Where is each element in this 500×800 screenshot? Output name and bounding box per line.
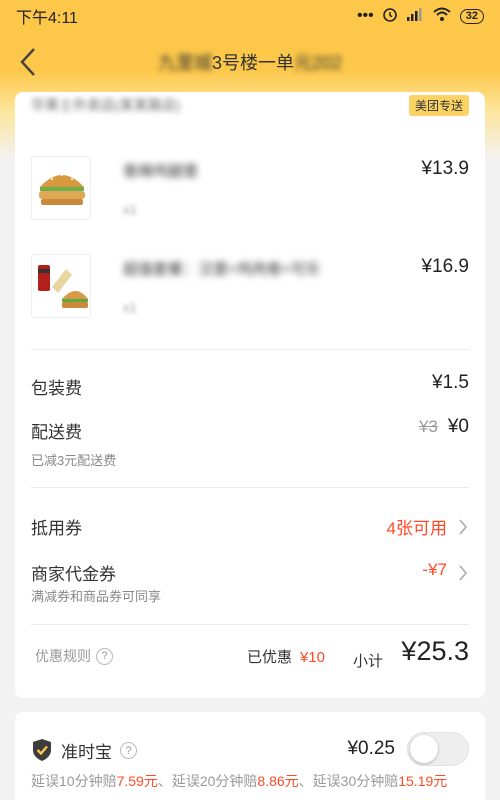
insurance-amount: 7.59元 (116, 773, 158, 789)
merchant-coupon-note: 满减券和商品券可同享 (31, 589, 162, 604)
store-row: 华莱士外卖店(某某路店) 美团专送 (15, 92, 485, 118)
store-name: 华莱士外卖店(某某路店) (31, 97, 181, 113)
shield-check-icon (31, 738, 53, 762)
packing-fee-label: 包装费 (31, 379, 82, 398)
item-price: ¥13.9 (421, 158, 469, 179)
voucher-value: 4张可用 (386, 519, 447, 538)
question-icon: ? (96, 647, 113, 665)
combo-meal-icon (31, 254, 91, 318)
voucher-row[interactable]: 抵用券 4张可用 (31, 512, 469, 542)
item-quantity: x1 (123, 202, 137, 217)
wifi-icon (432, 6, 452, 27)
delivery-badge: 美团专送 (408, 94, 469, 116)
insurance-desc-text: 、延误20分钟赔 (157, 773, 258, 789)
discount-rule-label: 优惠规则 (35, 648, 91, 664)
chevron-left-icon (20, 48, 35, 76)
insurance-label: 准时宝 (61, 743, 112, 762)
toggle-knob (410, 735, 438, 763)
item-name: 香辣鸡腿堡 (123, 163, 199, 180)
insurance-desc-text: 延误10分钟赔 (31, 773, 117, 789)
nav-bar: 九里城3号楼一单元202 (0, 34, 500, 90)
battery-icon: 32 (459, 8, 484, 24)
discount-value: ¥10 (299, 649, 325, 666)
order-item: 超值套餐：汉堡+鸡肉卷+可乐 x1 ¥16.9 (31, 254, 469, 326)
insurance-amount: 15.19元 (398, 773, 448, 789)
question-icon[interactable]: ? (120, 742, 137, 759)
merchant-coupon-label: 商家代金券 (31, 565, 116, 584)
insurance-amount: 8.86元 (257, 773, 299, 789)
alarm-icon (382, 6, 398, 27)
page-title-main: 3号楼一单 (211, 53, 294, 73)
divider (31, 349, 469, 350)
merchant-coupon-value: -¥7 (422, 560, 447, 579)
delivery-fee-label: 配送费 (31, 423, 82, 442)
divider (31, 624, 469, 625)
delivery-fee-value: ¥0 (447, 416, 469, 437)
page-title-suffix: 元202 (293, 53, 343, 73)
item-name: 超值套餐：汉堡+鸡肉卷+可乐 (123, 261, 321, 278)
on-time-insurance-card: 准时宝 ? ¥0.25 延误10分钟赔7.59元、延误20分钟赔8.86元、延误… (15, 712, 485, 800)
insurance-description: 延误10分钟赔7.59元、延误20分钟赔8.86元、延误30分钟赔15.19元 (31, 770, 469, 792)
page-title-prefix: 九里城 (157, 53, 212, 73)
more-dots-icon: ••• (356, 7, 374, 24)
delivery-fee-note: 已减3元配送费 (31, 453, 117, 468)
delivery-fee-original: ¥3 (418, 417, 438, 436)
page-title: 九里城3号楼一单元202 (0, 49, 500, 75)
order-summary: 优惠规则 ? 已优惠 ¥10 小计 ¥25.3 (31, 636, 469, 676)
insurance-label-group: 准时宝 ? (61, 738, 137, 763)
status-time: 下午4:11 (16, 10, 78, 27)
delivery-fee: ¥3 ¥0 (419, 416, 469, 438)
insurance-toggle[interactable] (407, 732, 469, 766)
insurance-price: ¥0.25 (347, 738, 395, 759)
discount-rule-link[interactable]: 优惠规则 ? (35, 646, 113, 666)
order-item: 香辣鸡腿堡 x1 ¥13.9 (31, 156, 469, 228)
discount-total: 已优惠 ¥10 (247, 646, 325, 667)
item-price: ¥16.9 (421, 256, 469, 277)
voucher-label: 抵用券 (31, 519, 82, 538)
subtotal-value: ¥25.3 (401, 636, 469, 666)
insurance-desc-text: 、延误30分钟赔 (298, 773, 399, 789)
burger-icon (31, 156, 91, 220)
status-bar: 下午4:11 ••• 32 (0, 0, 500, 32)
status-icons: ••• 32 (357, 6, 484, 27)
discount-label: 已优惠 (246, 649, 292, 666)
packing-fee-value: ¥1.5 (432, 372, 469, 393)
subtotal-label: 小计 (352, 653, 383, 670)
merchant-coupon-row[interactable]: 商家代金券 -¥7 (31, 558, 469, 588)
signal-icon (406, 7, 424, 26)
back-button[interactable] (0, 34, 56, 90)
order-card: 华莱士外卖店(某某路店) 美团专送 香辣鸡腿堡 x1 ¥13.9 超值套餐：汉堡… (15, 92, 485, 698)
divider (31, 487, 469, 488)
chevron-right-icon (457, 512, 469, 548)
chevron-right-icon (457, 558, 469, 594)
item-quantity: x1 (123, 300, 137, 315)
